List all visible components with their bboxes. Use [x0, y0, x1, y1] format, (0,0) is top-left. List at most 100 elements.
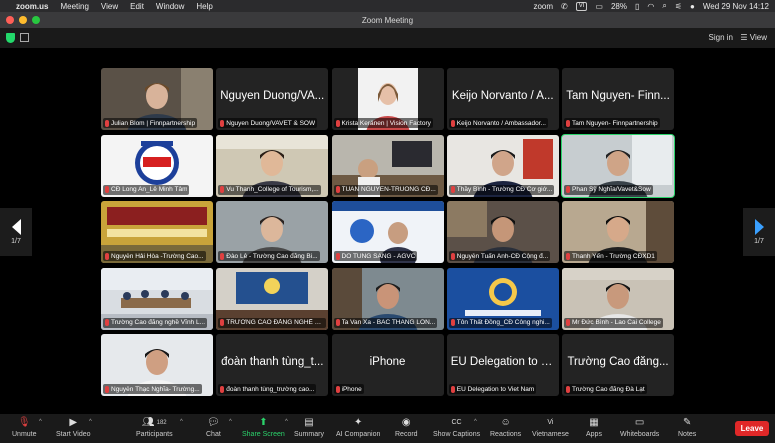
participants-button[interactable]: 👥︎ 182 Participants [136, 417, 173, 438]
spotlight-icon[interactable]: ⌕ [662, 1, 666, 11]
participant-tile[interactable]: Phan Sỹ Nghĩa/Vavet&Sow [561, 133, 675, 198]
chat-options-caret[interactable]: ^ [229, 419, 232, 425]
mic-muted-icon [566, 119, 570, 127]
participant-tile[interactable]: iPhone iPhone [331, 334, 444, 396]
view-menu-button[interactable]: ☰ View [740, 33, 767, 42]
menu-help[interactable]: Help [196, 2, 212, 11]
participant-tile[interactable]: Trường Cao đẳng nghề Vĩnh L... [101, 267, 213, 330]
reactions-label: Reactions [490, 431, 522, 438]
leave-button[interactable]: Leave [735, 421, 769, 436]
share-options-caret[interactable]: ^ [285, 419, 288, 425]
siri-icon[interactable]: ● [690, 2, 695, 11]
notes-button[interactable]: ✎ Notes [678, 417, 696, 438]
participant-display-name: Tam Nguyen- Finn... [566, 90, 670, 102]
control-center-icon[interactable]: ⚟ [675, 2, 682, 11]
zoom-window-button[interactable] [32, 16, 40, 24]
wifi-icon[interactable]: ◠ [647, 2, 654, 11]
participants-options-caret[interactable]: ^ [180, 419, 183, 425]
unmute-label: Unmute [12, 431, 37, 438]
sign-in-link[interactable]: Sign in [709, 33, 733, 42]
unmute-button[interactable]: 🎙︎ Unmute [12, 417, 37, 438]
mic-muted-icon [105, 186, 109, 193]
participant-tile[interactable]: Julian Blom | Finnpartnership [101, 68, 213, 130]
participant-tile[interactable]: CĐ Long An_Lê Minh Tâm [101, 134, 213, 197]
participant-name-tag: DO TUNG SANG - AGVC [333, 251, 418, 261]
participant-count: 182 [156, 419, 167, 426]
chevron-right-icon [754, 219, 764, 235]
participant-tile[interactable]: TUAN NGUYEN-TRUONG CĐ... [331, 134, 444, 197]
participant-tile[interactable]: Vu Thanh_College of Tourism,... [216, 134, 329, 197]
zoom-status-label[interactable]: zoom [533, 2, 553, 11]
participant-name: TRƯỜNG CAO ĐẲNG NGHỀ VI... [226, 319, 325, 326]
participant-tile[interactable]: Tôn Thất Đồng_CĐ Công nghi... [446, 267, 559, 330]
mic-muted-icon [335, 319, 340, 326]
participant-display-name: iPhone [369, 356, 406, 368]
participant-tile[interactable]: Nguyễn Thạc Nghĩa- Trường... [101, 334, 213, 396]
participant-display-name: đoàn thanh tùng_t... [221, 356, 324, 368]
ai-companion-button[interactable]: ✦ AI Companion [336, 417, 380, 438]
mic-muted-icon [220, 186, 225, 193]
apps-button[interactable]: ▦ Apps [586, 417, 602, 438]
participant-tile[interactable]: EU Delegation to V... EU Delegation to Vi… [446, 334, 559, 396]
meeting-toolbar: 🎙︎ Unmute ^ ▶︎ Start Video ^ 👥︎ 182 Parti… [0, 414, 775, 443]
menu-edit[interactable]: Edit [130, 2, 144, 11]
audio-options-caret[interactable]: ^ [39, 419, 42, 425]
window-controls [6, 16, 40, 24]
mic-muted-icon [220, 119, 225, 127]
participant-tile[interactable]: Nguyễn Tuấn Anh-CĐ Cộng đ... [446, 201, 559, 263]
participant-name-tag: Nguyễn Tuấn Anh-CĐ Cộng đ... [448, 251, 551, 261]
participant-tile[interactable]: Thầy Bình - Trường CĐ Cơ giớ... [446, 134, 559, 197]
close-window-button[interactable] [6, 16, 14, 24]
participant-display-name: Nguyen Duong/VA... [220, 90, 325, 102]
participant-tile[interactable]: Tam Nguyen- Finn... Tam Nguyen- Finnpartn… [562, 68, 674, 130]
input-source-badge[interactable]: VI [575, 1, 588, 11]
video-options-caret[interactable]: ^ [89, 419, 92, 425]
screen-icon[interactable]: ▭ [595, 2, 603, 11]
participant-tile[interactable]: Thanh Yến - Trường CĐXD1 [562, 201, 674, 263]
captions-options-caret[interactable]: ^ [474, 419, 477, 425]
menu-meeting[interactable]: Meeting [60, 2, 88, 11]
participant-name: Phan Sỹ Nghĩa/Vavet&Sow [572, 186, 651, 193]
mic-muted-icon [220, 319, 225, 326]
chat-button[interactable]: 💬︎ Chat [206, 417, 221, 438]
participant-tile[interactable]: Mr Đức Bình - Lao Cai College [562, 267, 674, 330]
meeting-info-icon[interactable] [20, 33, 29, 42]
apps-icon: ▦ [589, 417, 599, 428]
mic-muted-icon [335, 186, 340, 193]
participant-tile[interactable]: Trường Cao đẳng... Trường Cao đẳng Đà Lạt [562, 334, 674, 396]
participant-name-tag: Thầy Bình - Trường CĐ Cơ giớ... [448, 184, 555, 195]
record-button[interactable]: ◉ Record [395, 417, 418, 438]
next-page-button[interactable]: 1/7 [743, 208, 775, 256]
participant-tile[interactable]: Krista Keränen | Vision Factory [331, 68, 444, 130]
minimize-window-button[interactable] [19, 16, 27, 24]
start-video-button[interactable]: ▶︎ Start Video [56, 417, 91, 438]
clock[interactable]: Wed 29 Nov 14:12 [703, 2, 769, 11]
language-button[interactable]: Vi Vietnamese [532, 417, 569, 438]
participant-tile[interactable]: Đào Lê - Trường Cao đẳng Bi... [216, 201, 329, 263]
menu-window[interactable]: Window [156, 2, 184, 11]
participant-name: CĐ Long An_Lê Minh Tâm [111, 186, 188, 193]
participant-tile[interactable]: Ta Van Xa - BAC THANG LON... [331, 267, 444, 330]
participant-name: Ta Van Xa - BAC THANG LON... [341, 319, 436, 326]
participant-tile[interactable]: Keijo Norvanto / A... Keijo Norvanto / Am… [446, 68, 559, 130]
battery-icon[interactable]: ▯ [635, 2, 639, 11]
mic-muted-icon [566, 385, 570, 393]
phone-icon[interactable]: ✆ [561, 2, 568, 11]
mic-muted-icon [450, 385, 455, 393]
participant-tile[interactable]: Nguyen Duong/VA... Nguyen Duong/VAVET & S… [216, 68, 329, 130]
previous-page-button[interactable]: 1/7 [0, 208, 32, 256]
participant-tile[interactable]: đoàn thanh tùng_t... đoàn thanh tùng_trườ… [216, 334, 329, 396]
menu-app-name[interactable]: zoom.us [16, 2, 48, 11]
participant-tile[interactable]: Nguyễn Hải Hòa -Trường Cao... [101, 201, 213, 263]
mic-muted-icon [450, 319, 455, 326]
menu-view[interactable]: View [101, 2, 118, 11]
participant-tile[interactable]: TRƯỜNG CAO ĐẲNG NGHỀ VI... [216, 267, 329, 330]
whiteboards-button[interactable]: ▭ Whiteboards [620, 417, 659, 438]
participant-name-tag: Krista Keränen | Vision Factory [333, 118, 433, 128]
summary-button[interactable]: ▤ Summary [294, 417, 324, 438]
encryption-shield-icon[interactable] [6, 33, 15, 43]
share-screen-button[interactable]: ⬆︎ Share Screen [242, 417, 285, 438]
reactions-button[interactable]: ☺︎ Reactions [490, 417, 521, 438]
participant-name: Đào Lê - Trường Cao đẳng Bi... [226, 252, 318, 260]
participant-tile[interactable]: DO TUNG SANG - AGVC [331, 201, 444, 263]
